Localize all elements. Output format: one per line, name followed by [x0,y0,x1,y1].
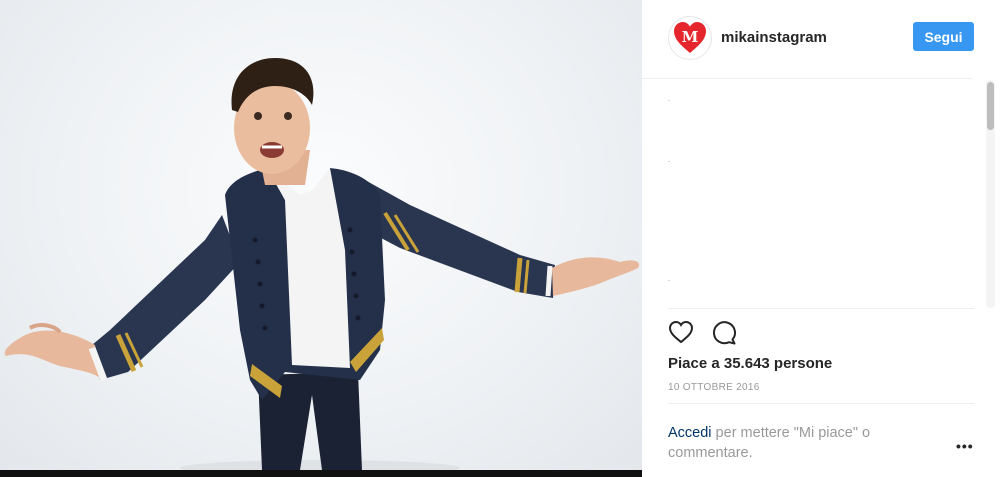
comment-placeholder [668,100,670,101]
post-header: M mikainstagram Segui [642,0,974,79]
speech-bubble-icon[interactable] [711,320,737,346]
avatar-letter: M [682,28,699,46]
comments-area[interactable] [642,79,982,307]
divider [668,403,974,404]
post-side-panel: M mikainstagram Segui Piace a 35.643 per… [642,0,1000,477]
login-link[interactable]: Accedi [668,425,712,441]
follow-button[interactable]: Segui [913,22,974,51]
likes-count[interactable]: Piace a 35.643 persone [668,355,832,372]
photo-bottom-bar [0,470,642,477]
heart-logo-icon: M [674,22,706,53]
avatar[interactable]: M [668,16,712,60]
post-date: 10 OTTOBRE 2016 [668,382,760,393]
comments-scrollbar[interactable] [986,80,995,308]
divider [668,308,974,309]
comment-placeholder [668,280,670,281]
scrollbar-thumb[interactable] [987,82,994,130]
username[interactable]: mikainstagram [721,29,827,46]
comment-placeholder [668,161,670,162]
login-prompt: Accedi per mettere "Mi piace" o commenta… [668,423,918,463]
photo-artwork [4,58,640,470]
heart-outline-icon[interactable] [668,320,694,344]
post-photo[interactable] [0,0,642,470]
ellipsis-icon[interactable]: ••• [956,438,974,454]
